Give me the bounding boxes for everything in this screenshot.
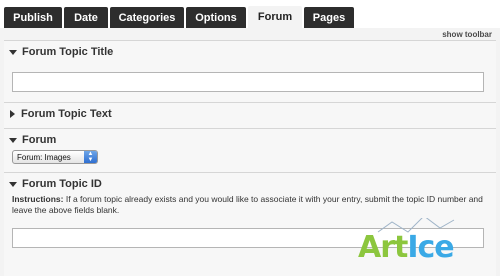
tab-categories[interactable]: Categories bbox=[110, 7, 184, 28]
forum-topic-title-input[interactable] bbox=[12, 72, 484, 92]
section-heading: Forum Topic Text bbox=[21, 108, 112, 120]
watermark-text-a: Art bbox=[358, 230, 408, 265]
expand-arrow-icon bbox=[10, 110, 15, 118]
tab-pages[interactable]: Pages bbox=[304, 7, 354, 28]
tab-options[interactable]: Options bbox=[186, 7, 246, 28]
tab-label: Options bbox=[195, 11, 237, 24]
select-arrows-icon: ▲ ▼ bbox=[84, 151, 97, 163]
show-toolbar-link[interactable]: show toolbar bbox=[442, 30, 492, 39]
section-heading: Forum Topic Title bbox=[22, 46, 114, 58]
collapse-arrow-icon bbox=[9, 49, 17, 55]
tab-label: Pages bbox=[312, 11, 346, 24]
instructions-body: If a forum topic already exists and you … bbox=[12, 194, 483, 215]
watermark-text-b: Ice bbox=[407, 230, 454, 265]
forum-header[interactable]: Forum bbox=[9, 134, 56, 146]
forum-topic-text-header[interactable]: Forum Topic Text bbox=[9, 108, 112, 120]
tab-forum[interactable]: Forum bbox=[248, 6, 302, 28]
tab-bar: Publish Date Categories Options Forum Pa… bbox=[0, 0, 500, 28]
tab-label: Publish bbox=[13, 11, 53, 24]
watermark-logo: ArtIce bbox=[358, 218, 498, 274]
section-heading: Forum bbox=[22, 134, 57, 146]
instructions-label: Instructions: bbox=[12, 194, 64, 204]
tab-publish[interactable]: Publish bbox=[4, 7, 62, 28]
instructions-text: Instructions: If a forum topic already e… bbox=[12, 194, 490, 216]
tab-label: Date bbox=[74, 11, 98, 24]
collapse-arrow-icon bbox=[9, 137, 17, 143]
forum-select-value: Forum: Images bbox=[17, 152, 71, 162]
forum-topic-title-header[interactable]: Forum Topic Title bbox=[9, 46, 113, 58]
forum-topic-id-header[interactable]: Forum Topic ID bbox=[9, 178, 102, 190]
tab-label: Categories bbox=[118, 11, 176, 24]
watermark-text: ArtIce bbox=[358, 230, 455, 265]
tab-date[interactable]: Date bbox=[64, 7, 108, 28]
tab-label: Forum bbox=[257, 11, 293, 23]
forum-select[interactable]: Forum: Images ▲ ▼ bbox=[12, 150, 98, 164]
collapse-arrow-icon bbox=[9, 181, 17, 187]
section-heading: Forum Topic ID bbox=[22, 178, 102, 190]
